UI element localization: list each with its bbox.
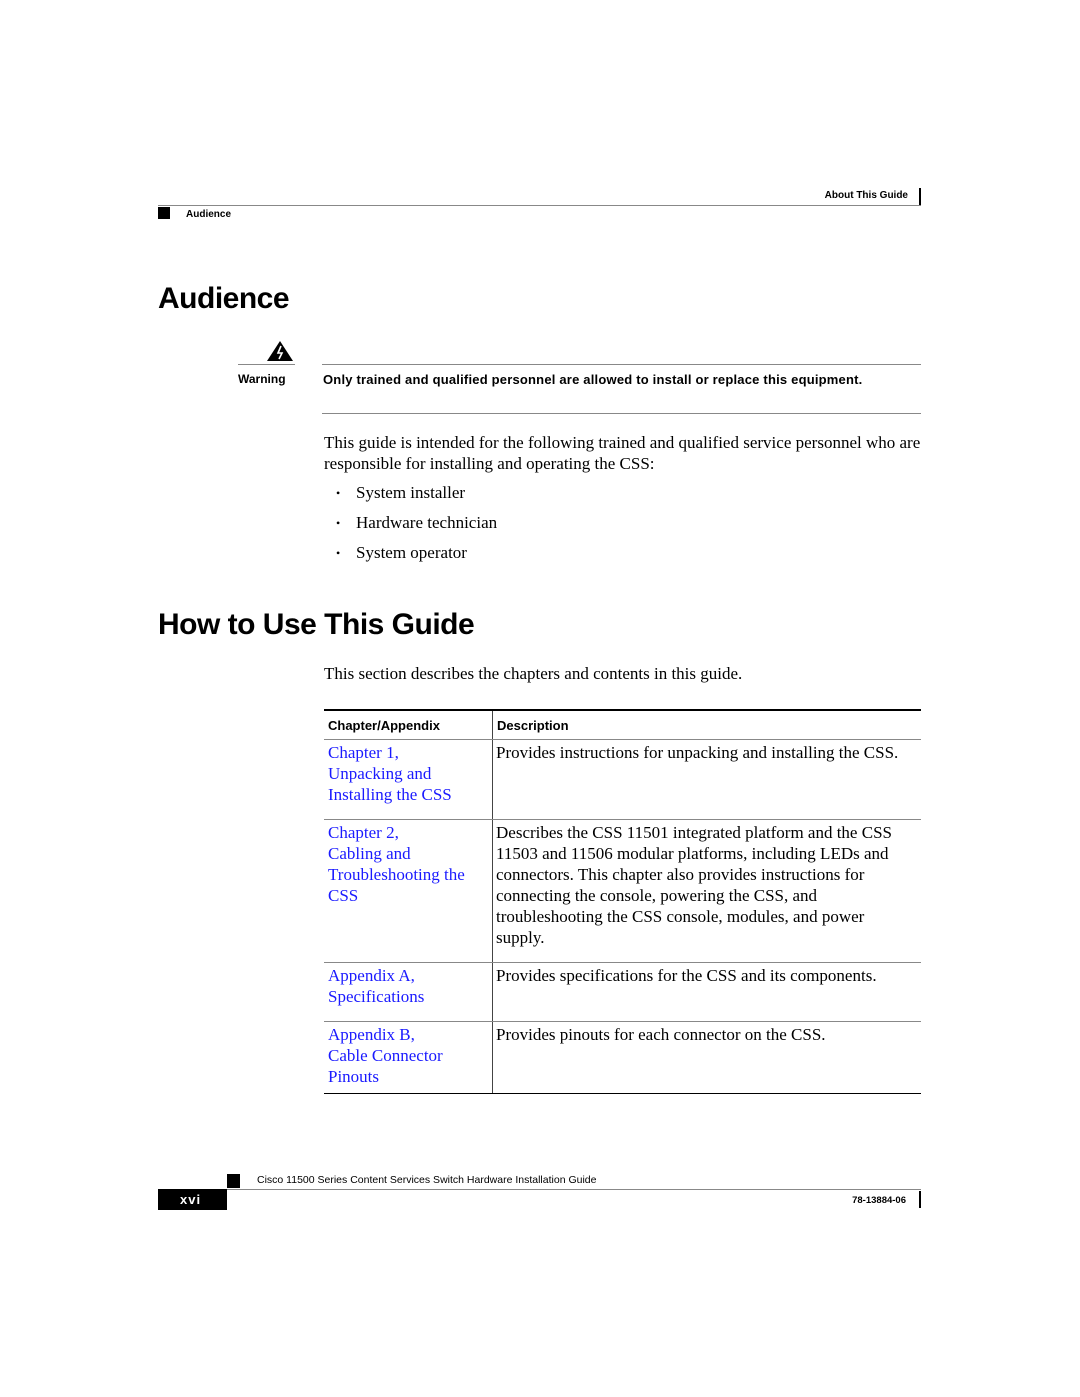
appendix-b-link[interactable]: Appendix B, Cable Connector Pinouts bbox=[328, 1024, 488, 1087]
list-item: • Hardware technician bbox=[336, 513, 497, 543]
column-header-description: Description bbox=[492, 709, 921, 740]
link-text[interactable]: Chapter 2, bbox=[328, 822, 488, 843]
chapter-cell: Chapter 1, Unpacking and Installing the … bbox=[324, 739, 493, 820]
warning-text: Only trained and qualified personnel are… bbox=[323, 372, 863, 387]
running-header-section: About This Guide bbox=[824, 190, 908, 201]
link-text[interactable]: Unpacking and bbox=[328, 763, 488, 784]
link-text[interactable]: Pinouts bbox=[328, 1066, 488, 1087]
link-text[interactable]: Specifications bbox=[328, 986, 488, 1007]
how-to-use-intro: This section describes the chapters and … bbox=[324, 664, 743, 683]
link-text[interactable]: Chapter 1, bbox=[328, 742, 488, 763]
chapter-1-link[interactable]: Chapter 1, Unpacking and Installing the … bbox=[328, 742, 488, 805]
header-bar bbox=[919, 188, 921, 205]
warning-top-rule bbox=[322, 364, 921, 365]
footer-square-marker bbox=[227, 1174, 240, 1188]
table-header-row: Chapter/Appendix Description bbox=[324, 709, 921, 740]
table-row: Chapter 2, Cabling and Troubleshooting t… bbox=[324, 819, 921, 963]
audience-heading: Audience bbox=[158, 282, 290, 315]
table-row: Chapter 1, Unpacking and Installing the … bbox=[324, 739, 921, 820]
footer-bar bbox=[919, 1191, 921, 1208]
list-item-text: System installer bbox=[356, 483, 466, 502]
description-cell: Provides specifications for the CSS and … bbox=[492, 962, 921, 1022]
audience-intro: This guide is intended for the following… bbox=[324, 433, 921, 473]
page-number: xvi bbox=[158, 1189, 227, 1210]
table-row: Appendix A, Specifications Provides spec… bbox=[324, 962, 921, 1022]
audience-list: • System installer • Hardware technician •… bbox=[336, 483, 497, 573]
header-square-marker bbox=[158, 207, 170, 219]
appendix-a-link[interactable]: Appendix A, Specifications bbox=[328, 965, 488, 1007]
warning-triangle-icon bbox=[267, 341, 293, 361]
bullet-icon: • bbox=[336, 486, 341, 500]
list-item: • System operator bbox=[336, 543, 497, 573]
chapter-table: Chapter/Appendix Description Chapter 1, … bbox=[324, 709, 921, 1094]
column-header-chapter: Chapter/Appendix bbox=[324, 709, 493, 740]
warning-icon-rule bbox=[238, 364, 295, 365]
link-text[interactable]: Appendix B, bbox=[328, 1024, 488, 1045]
running-header-subsection: Audience bbox=[186, 209, 232, 220]
table-row: Appendix B, Cable Connector Pinouts Prov… bbox=[324, 1021, 921, 1094]
description-cell: Describes the CSS 11501 integrated platf… bbox=[492, 819, 921, 963]
warning-bottom-rule bbox=[322, 413, 921, 414]
link-text[interactable]: Installing the CSS bbox=[328, 784, 488, 805]
list-item-text: System operator bbox=[356, 543, 467, 562]
chapter-cell: Appendix B, Cable Connector Pinouts bbox=[324, 1021, 493, 1094]
link-text[interactable]: Cabling and bbox=[328, 843, 488, 864]
link-text[interactable]: Troubleshooting the bbox=[328, 864, 488, 885]
list-item-text: Hardware technician bbox=[356, 513, 498, 532]
header-rule bbox=[158, 205, 921, 206]
bullet-icon: • bbox=[336, 546, 341, 560]
doc-number: 78-13884-06 bbox=[852, 1195, 906, 1206]
link-text[interactable]: CSS bbox=[328, 885, 488, 906]
chapter-cell: Chapter 2, Cabling and Troubleshooting t… bbox=[324, 819, 493, 963]
bullet-icon: • bbox=[336, 516, 341, 530]
footer-rule bbox=[227, 1189, 921, 1190]
chapter-cell: Appendix A, Specifications bbox=[324, 962, 493, 1022]
how-to-use-heading: How to Use This Guide bbox=[158, 608, 475, 641]
description-cell: Provides pinouts for each connector on t… bbox=[492, 1021, 921, 1094]
list-item: • System installer bbox=[336, 483, 497, 513]
chapter-2-link[interactable]: Chapter 2, Cabling and Troubleshooting t… bbox=[328, 822, 488, 906]
link-text[interactable]: Cable Connector bbox=[328, 1045, 488, 1066]
warning-label: Warning bbox=[238, 372, 286, 386]
link-text[interactable]: Appendix A, bbox=[328, 965, 488, 986]
footer-book-title: Cisco 11500 Series Content Services Swit… bbox=[257, 1174, 597, 1186]
description-cell: Provides instructions for unpacking and … bbox=[492, 739, 921, 820]
